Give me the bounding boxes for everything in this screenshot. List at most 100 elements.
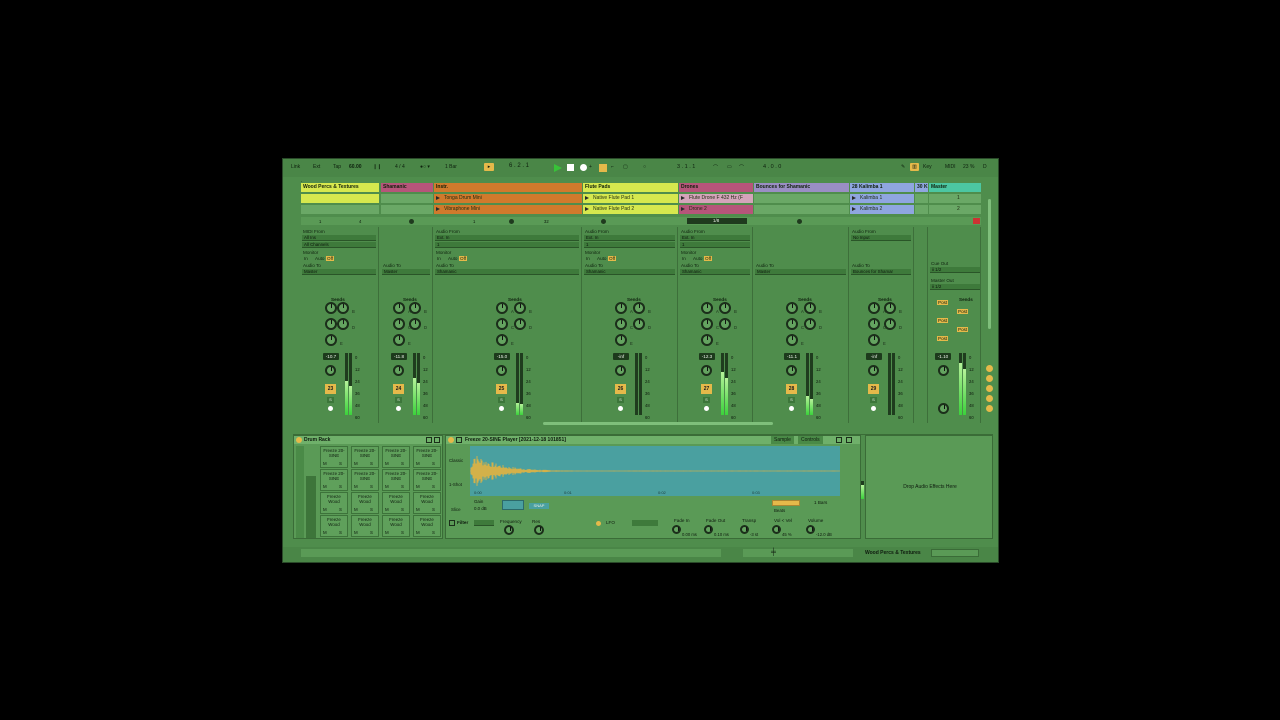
send-knob-c[interactable] <box>615 318 627 330</box>
pad-mute-button[interactable]: M <box>385 507 389 512</box>
pad-mute-button[interactable]: M <box>416 484 420 489</box>
clip-play-icon[interactable] <box>436 196 440 200</box>
send-knob-b[interactable] <box>409 302 421 314</box>
drum-pad[interactable]: Freeze 20-SINE M S <box>382 469 410 491</box>
monitor-auto-button[interactable]: Auto <box>315 256 324 261</box>
input-type-select[interactable]: Ext. In <box>584 235 675 241</box>
pad-mute-button[interactable]: M <box>323 484 327 489</box>
returns-toggle-icon[interactable] <box>986 385 993 392</box>
pan-knob[interactable] <box>615 365 626 376</box>
drum-pad[interactable]: Freeze Wood M S <box>382 492 410 514</box>
drum-pad[interactable]: Freeze Wood M S <box>351 515 379 537</box>
link-button[interactable]: Link <box>291 164 300 170</box>
draw-mode-icon[interactable]: ✎ <box>901 164 905 170</box>
track-header[interactable]: 30 K <box>915 183 928 192</box>
track-activator[interactable]: 24 <box>393 384 404 394</box>
drum-pad[interactable]: Freeze Wood M S <box>413 492 441 514</box>
master-out-select[interactable]: ii 1/2 <box>930 284 980 290</box>
send-knob-c[interactable] <box>393 318 405 330</box>
track-activator[interactable]: 23 <box>325 384 336 394</box>
clip-play-icon[interactable] <box>585 207 589 211</box>
ext-sync-button[interactable]: Ext <box>313 164 320 170</box>
audio-to-select[interactable]: Shamanic <box>584 269 675 275</box>
clip[interactable]: Flute Drone F 432 Hz (F <box>679 194 753 203</box>
arrangement-overview-field[interactable] <box>743 549 853 557</box>
mode-slice[interactable]: Slice <box>451 507 461 512</box>
audio-to-select[interactable]: Bounces for Shamar <box>851 269 911 275</box>
stop-clip-icon[interactable] <box>409 219 414 224</box>
solo-button[interactable]: S <box>870 397 877 403</box>
input-channel-select[interactable]: 1 <box>435 242 579 248</box>
hot-swap-icon[interactable] <box>426 437 432 443</box>
pad-solo-button[interactable]: S <box>370 484 373 489</box>
pad-mute-button[interactable]: M <box>385 484 389 489</box>
clip-slot[interactable] <box>915 205 928 214</box>
track-activator[interactable]: 29 <box>868 384 879 394</box>
audio-to-select[interactable]: Shamanic <box>680 269 750 275</box>
waveform-display[interactable]: 0:00 0:01 0:02 0:03 <box>470 446 840 496</box>
fade-in-value[interactable]: 0.00 ms <box>682 532 697 537</box>
arm-record-icon[interactable] <box>396 406 401 411</box>
track-header[interactable]: Shamanic <box>381 183 433 192</box>
return-post-button[interactable]: Post <box>937 336 949 341</box>
track-activator[interactable]: 28 <box>786 384 797 394</box>
pad-solo-button[interactable]: S <box>401 484 404 489</box>
grid-icon[interactable]: ╪ <box>771 549 776 556</box>
clip[interactable]: Kalimba 2 <box>850 205 914 214</box>
drum-pad[interactable]: Freeze 20-SINE M S <box>320 446 348 468</box>
send-knob-e[interactable] <box>496 334 508 346</box>
send-knob-c[interactable] <box>786 318 798 330</box>
tempo-field[interactable]: 60.00 <box>349 164 362 170</box>
monitor-off-button[interactable]: Off <box>704 256 713 261</box>
pad-solo-button[interactable]: S <box>370 507 373 512</box>
pad-mute-button[interactable]: M <box>385 461 389 466</box>
pad-overview[interactable] <box>306 476 316 538</box>
track-volume-field[interactable]: -11.1 <box>784 353 800 360</box>
send-knob-d[interactable] <box>804 318 816 330</box>
arm-record-icon[interactable] <box>871 406 876 411</box>
lfo-shape-select[interactable] <box>632 520 658 526</box>
send-knob-c[interactable] <box>325 318 337 330</box>
volume-knob[interactable] <box>806 525 815 534</box>
track-activator[interactable]: 25 <box>496 384 507 394</box>
filter-toggle-icon[interactable] <box>449 520 455 526</box>
pad-solo-button[interactable]: S <box>339 507 342 512</box>
solo-button[interactable]: S <box>498 397 505 403</box>
input-type-select[interactable]: All Ins <box>302 235 376 241</box>
clip[interactable]: Native Flute Pad 2 <box>583 205 678 214</box>
track-activator[interactable]: 27 <box>701 384 712 394</box>
arrangement-overdub-icon[interactable]: + <box>589 164 592 170</box>
monitor-off-button[interactable]: Off <box>608 256 617 261</box>
arm-record-icon[interactable] <box>789 406 794 411</box>
bars-value[interactable]: 1 Bars <box>814 500 827 505</box>
scene-launch[interactable]: 1 <box>929 194 981 203</box>
monitor-in-button[interactable]: In <box>586 256 590 261</box>
pad-mute-button[interactable]: M <box>354 484 358 489</box>
pan-knob[interactable] <box>786 365 797 376</box>
capture-icon[interactable]: ○ <box>643 164 646 170</box>
pad-solo-button[interactable]: S <box>339 461 342 466</box>
track-volume-field[interactable]: -12.3 <box>699 353 715 360</box>
send-knob-a[interactable] <box>615 302 627 314</box>
pad-mute-button[interactable]: M <box>416 461 420 466</box>
drum-pad[interactable]: Freeze 20-SINE M S <box>413 469 441 491</box>
clip-play-icon[interactable] <box>585 196 589 200</box>
pan-knob[interactable] <box>701 365 712 376</box>
clip-play-icon[interactable] <box>681 207 685 211</box>
send-knob-c[interactable] <box>496 318 508 330</box>
transpose-knob[interactable] <box>740 525 749 534</box>
solo-button[interactable]: S <box>617 397 624 403</box>
send-knob-d[interactable] <box>337 318 349 330</box>
monitor-in-button[interactable]: In <box>437 256 441 261</box>
monitor-off-button[interactable]: Off <box>459 256 468 261</box>
bars-orange-field[interactable] <box>772 500 800 506</box>
pad-mute-button[interactable]: M <box>323 507 327 512</box>
audio-to-select[interactable]: Master <box>382 269 430 275</box>
punch-in-icon[interactable]: ⌒ <box>713 164 718 171</box>
pad-solo-button[interactable]: S <box>432 484 435 489</box>
pad-solo-button[interactable]: S <box>432 507 435 512</box>
send-knob-b[interactable] <box>804 302 816 314</box>
vol-vel-value[interactable]: 45 % <box>782 532 792 537</box>
device-on-icon[interactable] <box>296 437 302 443</box>
audio-to-select[interactable]: Master <box>302 269 376 275</box>
